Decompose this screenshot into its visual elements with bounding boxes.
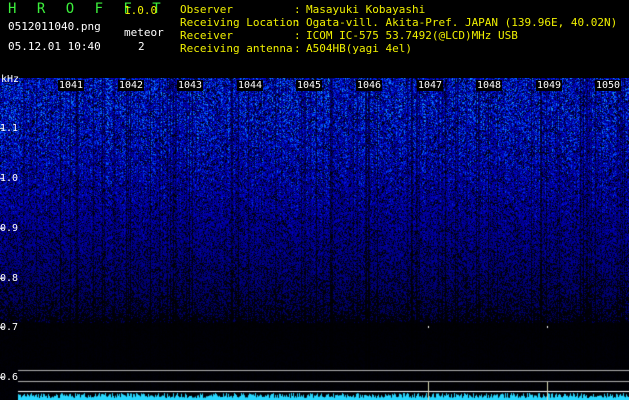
x-tick-label: 1049 [536,80,563,91]
info-label-antenna: Receiving antenna [180,42,293,55]
x-tick-label: 1042 [118,80,145,91]
info-separator: : [294,16,301,29]
info-separator: : [294,42,301,55]
y-tick-label: 1.1 [0,123,19,134]
y-tick-label: 0.9 [0,223,19,234]
y-tick-label: 1.0 [0,173,19,184]
x-tick-label: 1045 [296,80,323,91]
spectrogram-canvas [0,78,629,400]
y-tick-label: 0.8 [0,273,19,284]
y-tick-label: 0.7 [0,322,19,333]
info-label-receiver: Receiver [180,29,233,42]
frequency-unit-label: kHz [1,74,20,85]
info-separator: : [294,29,301,42]
info-label-location: Receiving Location [180,16,300,29]
x-tick-label: 1048 [476,80,503,91]
x-tick-label: 1041 [58,80,85,91]
filename: 0512011040.png [8,20,101,33]
y-tick-label: 0.6 [0,372,19,383]
datetime: 05.12.01 10:40 [8,40,101,53]
info-value-receiver: ICOM IC-575 53.7492(@LCD)MHz USB [306,29,518,42]
x-tick-label: 1044 [237,80,264,91]
info-value-observer: Masayuki Kobayashi [306,3,426,16]
app-version: 1.0.0 [124,4,158,17]
info-value-location: Ogata-vill. Akita-Pref. JAPAN (139.96E, … [306,16,618,29]
info-value-antenna: A504HB(yagi 4el) [306,42,412,55]
meteor-label: meteor [124,26,164,39]
info-label-observer: Observer [180,3,233,16]
x-tick-label: 1043 [177,80,204,91]
meteor-count: 2 [138,40,145,53]
x-tick-label: 1047 [417,80,444,91]
x-tick-label: 1050 [595,80,622,91]
info-separator: : [294,3,301,16]
x-tick-label: 1046 [356,80,383,91]
